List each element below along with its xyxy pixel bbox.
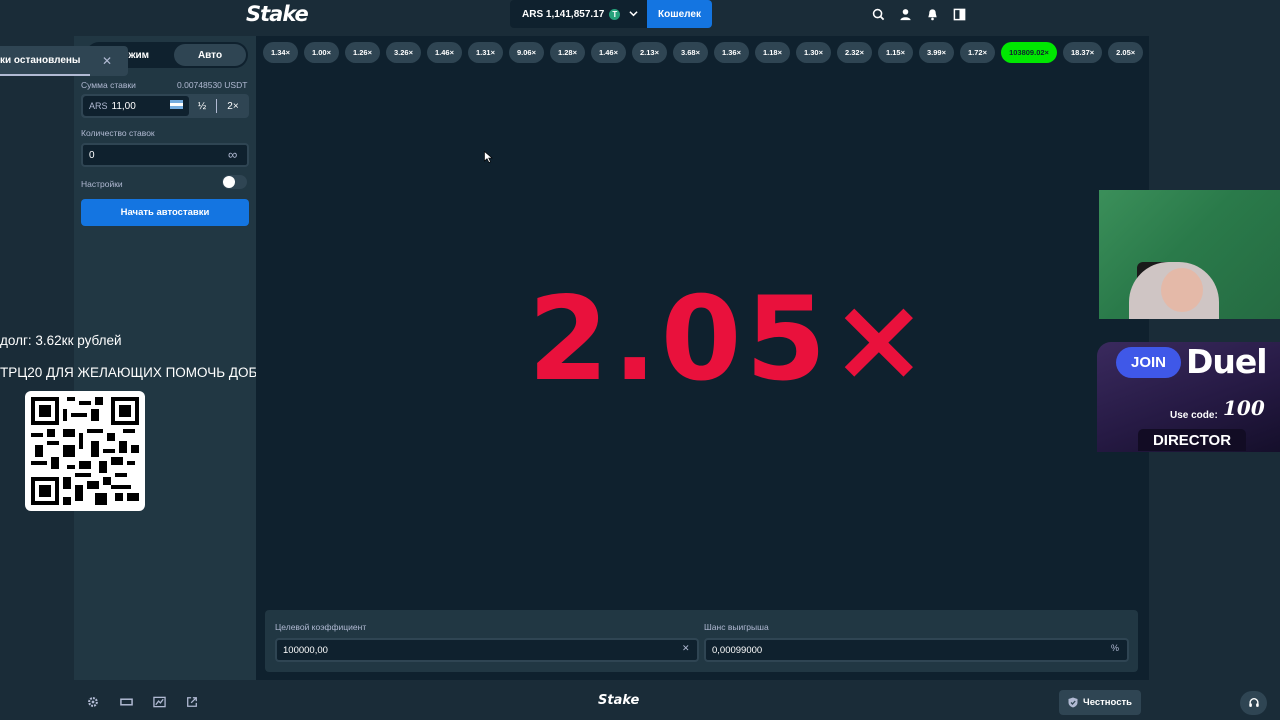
- qr-code: [25, 391, 145, 511]
- popout-icon[interactable]: [185, 695, 199, 709]
- history-chip[interactable]: 2.05×: [1108, 42, 1144, 63]
- history-chip[interactable]: 103809.02×: [1001, 42, 1057, 63]
- chevron-down-icon: [629, 9, 638, 20]
- target-multiplier-label: Целевой коэффициент: [275, 622, 367, 632]
- history-chip[interactable]: 1.34×: [263, 42, 298, 63]
- toast-progress: [0, 74, 90, 76]
- history-chip[interactable]: 1.30×: [796, 42, 831, 63]
- bet-count-input[interactable]: 0: [81, 143, 249, 167]
- fairness-button[interactable]: Честность: [1059, 690, 1141, 715]
- result-multiplier: 2.05×: [528, 272, 932, 407]
- history-chip[interactable]: 18.37×: [1063, 42, 1103, 63]
- argentina-flag-icon: [170, 100, 183, 109]
- game-controls: Целевой коэффициент 100000,00 ✕ Шанс выи…: [265, 610, 1138, 672]
- stake-logo[interactable]: Stake: [246, 2, 309, 26]
- shield-icon: [1068, 697, 1078, 708]
- history-chip[interactable]: 1.46×: [427, 42, 462, 63]
- double-bet-button[interactable]: 2×: [219, 94, 247, 118]
- bet-amount-usdt: 0.00748530 USDT: [177, 80, 248, 90]
- footer-logo: Stake: [598, 693, 640, 708]
- history-chip[interactable]: 1.18×: [755, 42, 790, 63]
- streamer-head: [1161, 268, 1203, 312]
- history-chip[interactable]: 1.46×: [591, 42, 626, 63]
- history-chip[interactable]: 2.13×: [632, 42, 667, 63]
- history-chip[interactable]: 3.99×: [919, 42, 954, 63]
- wallet-button[interactable]: Кошелек: [647, 0, 712, 28]
- top-bar: Stake ARS 1,141,857.17 T Кошелек: [0, 0, 1280, 28]
- toggle-knob: [223, 176, 235, 188]
- balance-amount: ARS 1,141,857.17: [522, 8, 605, 20]
- promo-number: 100: [1223, 396, 1265, 420]
- history-chip[interactable]: 1.00×: [304, 42, 339, 63]
- usdt-coin-icon: T: [609, 8, 621, 20]
- history-chip[interactable]: 9.06×: [509, 42, 544, 63]
- promo-code: DIRECTOR: [1138, 429, 1246, 451]
- sidebar-toggle-icon[interactable]: [951, 6, 967, 22]
- use-code-label: Use code:: [1170, 410, 1218, 421]
- target-multiplier-input[interactable]: 100000,00: [275, 638, 699, 662]
- fairness-label: Честность: [1083, 697, 1132, 708]
- header-icons: [870, 6, 967, 22]
- notification-toast: ки остановлены ✕: [0, 46, 128, 76]
- history-chip[interactable]: 1.15×: [878, 42, 913, 63]
- infinity-icon[interactable]: ∞: [228, 147, 237, 162]
- theatre-mode-icon[interactable]: [119, 695, 133, 709]
- bet-control-panel: режим Авто Сумма ставки 0.00748530 USDT …: [74, 36, 256, 680]
- mouse-cursor-icon: [484, 150, 493, 168]
- start-autobet-button[interactable]: Начать автоставки: [81, 199, 249, 226]
- duel-promo-banner: JOIN Duel Use code: 100 DIRECTOR: [1097, 342, 1280, 452]
- join-button: JOIN: [1116, 347, 1181, 378]
- search-icon[interactable]: [870, 6, 886, 22]
- multiplier-history: 1.34× 1.00× 1.26× 3.26× 1.46× 1.31× 9.06× 1.28×…: [263, 42, 1144, 63]
- history-chip[interactable]: 3.68×: [673, 42, 708, 63]
- bet-amount-label: Сумма ставки: [81, 80, 136, 90]
- game-area: 1.34× 1.00× 1.26× 3.26× 1.46× 1.31× 9.06× 1.28×…: [256, 36, 1149, 680]
- history-chip[interactable]: 1.28×: [550, 42, 585, 63]
- history-chip[interactable]: 1.26×: [345, 42, 380, 63]
- webcam-overlay: [1099, 190, 1280, 319]
- percent-icon: %: [1111, 643, 1120, 653]
- close-icon[interactable]: ✕: [102, 54, 112, 68]
- bet-currency: ARS: [89, 101, 108, 111]
- duel-brand: Duel: [1186, 342, 1268, 381]
- history-chip[interactable]: 1.36×: [714, 42, 749, 63]
- settings-icon[interactable]: [86, 695, 100, 709]
- debt-overlay-text: долг: 3.62кк рублей: [0, 333, 122, 348]
- divider: [216, 99, 217, 113]
- history-chip[interactable]: 3.26×: [386, 42, 421, 63]
- settings-label: Настройки: [81, 179, 123, 189]
- history-chip[interactable]: 2.32×: [837, 42, 872, 63]
- user-icon[interactable]: [897, 6, 913, 22]
- bottom-bar: Stake Честность: [74, 684, 1280, 720]
- win-chance-input[interactable]: 0,00099000: [704, 638, 1129, 662]
- history-chip[interactable]: 1.72×: [960, 42, 995, 63]
- half-bet-button[interactable]: ½: [188, 94, 216, 118]
- bet-count-label: Количество ставок: [81, 128, 155, 138]
- history-chip[interactable]: 1.31×: [468, 42, 503, 63]
- toast-message: ки остановлены: [0, 55, 81, 66]
- footer-tools: [86, 695, 199, 709]
- clear-icon[interactable]: ✕: [682, 643, 690, 654]
- win-chance-label: Шанс выигрыша: [704, 622, 769, 632]
- bell-icon[interactable]: [924, 6, 940, 22]
- settings-toggle[interactable]: [222, 175, 247, 189]
- balance-selector[interactable]: ARS 1,141,857.17 T: [510, 0, 647, 28]
- bet-amount-value: 11,00: [111, 100, 136, 112]
- support-headset-icon[interactable]: [1240, 691, 1267, 715]
- stats-icon[interactable]: [152, 695, 166, 709]
- auto-mode-tab[interactable]: Авто: [174, 44, 246, 66]
